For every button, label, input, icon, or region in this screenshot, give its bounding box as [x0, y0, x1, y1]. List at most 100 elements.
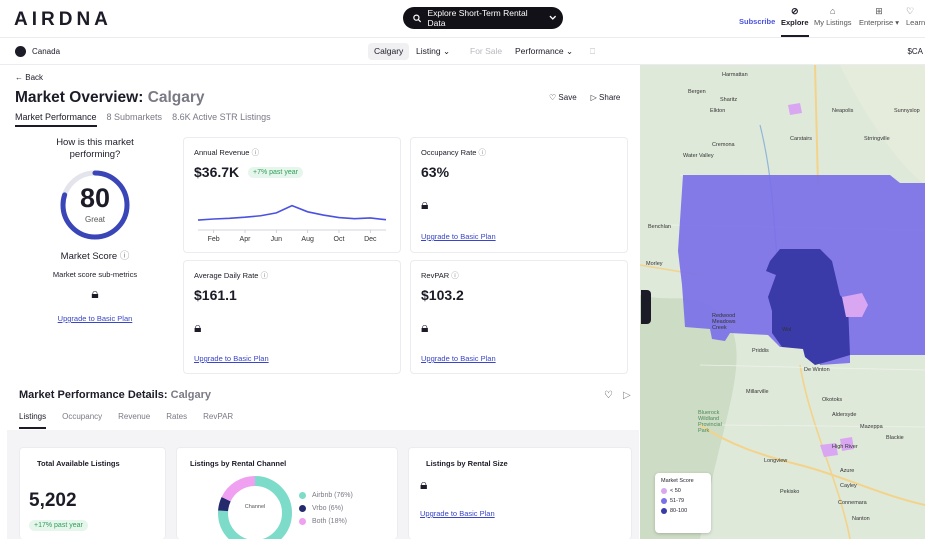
map-label: Priddis [752, 348, 769, 354]
sub-metrics-label: Market score sub-metrics [52, 270, 138, 279]
chevron-down-icon [549, 15, 557, 20]
occupancy-card: Occupancy Rate ⓘ 63% 🔒︎ Upgrade to Basic… [410, 137, 628, 253]
total-listings-title: Total Available Listings [37, 459, 120, 468]
card-title: Average Daily Rate ⓘ [194, 270, 268, 281]
globe-icon [15, 46, 26, 57]
rental-channel-card: Listings by Rental Channel Channel Airbn… [176, 447, 398, 539]
total-listings-value: 5,202 [29, 490, 77, 511]
x-tick-label: Oct [334, 236, 345, 243]
tab-revenue[interactable]: Revenue [118, 412, 150, 429]
channel-legend-item: Vrbo (6%) [299, 505, 353, 512]
info-icon[interactable]: ⓘ [261, 271, 269, 280]
donut-center-label: Channel [244, 504, 266, 510]
explore-dropdown-button[interactable]: Explore Short-Term Rental Data [403, 7, 563, 29]
lock-icon: 🔒︎ [421, 319, 429, 335]
map-label: Morley [646, 261, 663, 267]
map-collapse-handle[interactable] [641, 290, 651, 324]
map-label: Benchlan [648, 224, 671, 230]
info-icon[interactable]: ⓘ [451, 271, 459, 280]
for-sale-dropdown[interactable]: For Sale [464, 43, 508, 60]
title-city: Calgary [147, 89, 205, 106]
nav-learn[interactable]: ♡ Learn [906, 6, 925, 27]
tab-occupancy[interactable]: Occupancy [62, 412, 102, 429]
currency-selector[interactable]: $CA [907, 47, 923, 56]
lock-icon: 🔒︎ [91, 285, 99, 301]
revenue-title: Annual Revenue [194, 148, 250, 157]
map-legend: Market Score < 50 51-79 80-100 [655, 473, 711, 533]
revpar-value: $103.2 [421, 287, 464, 303]
tab-revpar[interactable]: RevPAR [203, 412, 233, 429]
city-chip[interactable]: Calgary [368, 43, 410, 60]
card-title: Occupancy Rate ⓘ [421, 147, 486, 158]
map-label: Mazeppa [860, 424, 883, 430]
explore-label: Explore Short-Term Rental Data [427, 8, 528, 28]
tab-submarkets[interactable]: 8 Submarkets [107, 112, 163, 127]
details-tabs: Listings Occupancy Revenue Rates RevPAR [19, 412, 233, 429]
legend-dot [299, 492, 306, 499]
performance-dropdown[interactable]: Performance ⌄ [509, 43, 579, 60]
occupancy-value: 63% [421, 164, 450, 180]
details-title: Market Performance Details: Calgary [19, 389, 211, 401]
country-selector[interactable]: Canada [15, 46, 60, 57]
share-icon[interactable]: ▷ [623, 390, 631, 401]
nav-enterprise[interactable]: ⊞ Enterprise ▾ [859, 6, 899, 27]
upgrade-link[interactable]: Upgrade to Basic Plan [194, 354, 269, 363]
lock-icon: 🔒︎ [420, 476, 428, 492]
chevron-down-icon: ⌄ [566, 46, 574, 56]
legend-label: 51-79 [670, 498, 685, 504]
market-map[interactable]: Harmattan Bergen Sharitz Elkton Neapolis… [640, 65, 925, 539]
upgrade-link[interactable]: Upgrade to Basic Plan [58, 314, 133, 323]
share-icon: ▷ [590, 93, 597, 102]
adr-value: $161.1 [194, 287, 237, 303]
tab-listings[interactable]: Listings [19, 412, 47, 429]
map-label: Nanton [852, 516, 870, 522]
upgrade-link[interactable]: Upgrade to Basic Plan [420, 509, 495, 518]
score-gauge: 80 Great [59, 169, 131, 241]
legend-item: 51-79 [661, 498, 705, 504]
save-button[interactable]: ♡ Save [549, 93, 577, 102]
map-label: Okotoks [822, 397, 843, 403]
heart-icon[interactable]: ♡ [604, 390, 613, 401]
revpar-card: RevPAR ⓘ $103.2 🔒︎ Upgrade to Basic Plan [410, 260, 628, 374]
market-score-text: Market Score [60, 251, 118, 262]
map-label: Sunnyslop [894, 108, 920, 114]
rental-size-title: Listings by Rental Size [426, 459, 508, 468]
nav-my-listings-label: My Listings [814, 18, 852, 27]
channel-legend-item: Airbnb (76%) [299, 492, 353, 499]
nav-learn-label: Learn [906, 18, 925, 27]
page-actions: ♡ Save ▷ Share [549, 93, 620, 102]
home-icon: ⌂ [830, 6, 836, 16]
map-label: Millarville [746, 389, 769, 395]
compass-icon: ⊘ [790, 6, 799, 16]
revpar-title: RevPAR [421, 271, 450, 280]
airdna-logo[interactable]: AIRDNA [14, 9, 112, 31]
share-button[interactable]: ▷ Share [591, 93, 621, 102]
lock-icon: 🔒︎ [421, 196, 429, 212]
legend-label: < 50 [670, 488, 681, 494]
info-icon[interactable]: ⓘ [252, 148, 260, 157]
upgrade-link[interactable]: Upgrade to Basic Plan [421, 354, 496, 363]
map-label: Water Valley [683, 153, 714, 159]
info-icon[interactable]: ⓘ [120, 251, 130, 262]
listing-dropdown[interactable]: Listing ⌄ [410, 43, 456, 60]
chevron-down-icon: ⌄ [442, 46, 451, 56]
tab-market-performance[interactable]: Market Performance [15, 112, 97, 127]
revenue-badge: +7% past year [248, 167, 303, 178]
back-link[interactable]: ← Back [15, 73, 43, 82]
legend-dot [661, 498, 667, 504]
score-rating: Great [84, 215, 105, 224]
info-icon[interactable]: ⓘ [479, 148, 487, 157]
subscribe-link[interactable]: Subscribe [739, 17, 775, 26]
market-score-panel: How is this market performing? 80 Great … [15, 137, 175, 324]
tab-active-listings[interactable]: 8.6K Active STR Listings [172, 112, 271, 127]
rental-size-card: Listings by Rental Size 🔒︎ Upgrade to Ba… [408, 447, 632, 539]
total-listings-card: Total Available Listings 5,202 +17% past… [19, 447, 166, 539]
tab-rates[interactable]: Rates [166, 412, 187, 429]
upgrade-link[interactable]: Upgrade to Basic Plan [421, 232, 496, 241]
details-title-prefix: Market Performance Details: [19, 389, 168, 401]
total-listings-badge: +17% past year [29, 520, 88, 531]
bookmark-icon[interactable]: ⎕ [584, 43, 601, 60]
nav-my-listings[interactable]: ⌂ My Listings [814, 6, 852, 27]
nav-explore[interactable]: ⊘ Explore [781, 6, 809, 37]
revenue-line-chart: Feb Apr Jun Aug Oct Dec [197, 204, 387, 243]
